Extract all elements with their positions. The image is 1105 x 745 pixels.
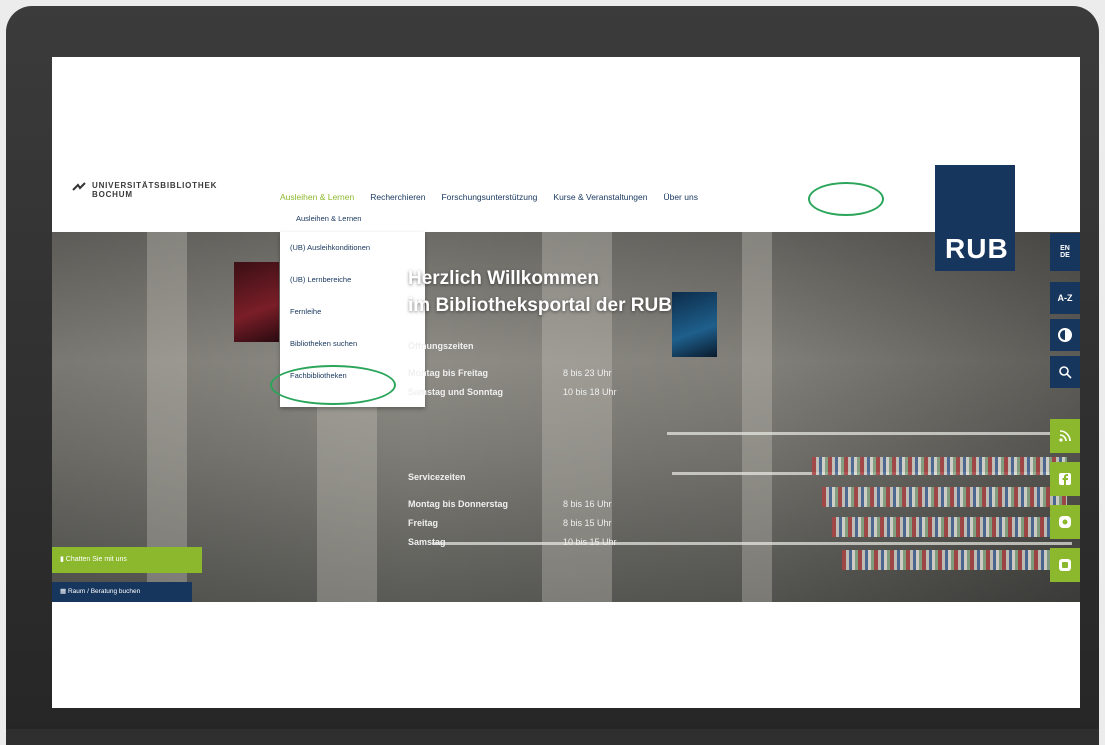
logo-text: UNIVERSITÄTSBIBLIOTHEK BOCHUM — [92, 181, 252, 199]
instagram-icon[interactable] — [1050, 505, 1080, 539]
service-heading-text: Servicezeiten — [408, 472, 466, 482]
dropdown-item-ausleihkonditionen[interactable]: (UB) Ausleihkonditionen — [280, 232, 425, 264]
nav-ueber-uns[interactable]: Über uns — [663, 192, 698, 202]
nav-forschungsunterstuetzung[interactable]: Forschungsunterstützung — [441, 192, 537, 202]
opening-row: Samstag und Sonntag 10 bis 18 Uhr — [408, 383, 617, 402]
calendar-icon: ▦ — [60, 588, 68, 595]
nav-ausleihen-lernen[interactable]: Ausleihen & Lernen — [280, 192, 354, 202]
laptop-chin — [6, 729, 1099, 745]
dropdown-item-bibliotheken-suchen[interactable]: Bibliotheken suchen — [280, 328, 425, 360]
welcome-line-1: Herzlich Willkommen — [408, 268, 599, 289]
service-day: Freitag — [408, 518, 439, 528]
hero-bookshelf — [812, 457, 1067, 475]
rub-logo: RUB — [945, 233, 1009, 264]
rss-icon[interactable] — [1050, 419, 1080, 453]
language-switcher[interactable]: EN DE — [1050, 233, 1080, 271]
dropdown-item-lernbereiche[interactable]: (UB) Lernbereiche — [280, 264, 425, 296]
service-time: 8 bis 16 Uhr — [563, 499, 612, 509]
service-time: 10 bis 15 Uhr — [563, 537, 617, 547]
opening-time: 8 bis 23 Uhr — [563, 368, 612, 378]
hero-poster — [672, 292, 717, 357]
service-row: Montag bis Donnerstag 8 bis 16 Uhr — [408, 495, 617, 514]
hero-bookshelf — [822, 487, 1067, 507]
dropdown-item-fernleihe[interactable]: Fernleihe — [280, 296, 425, 328]
dropdown-header[interactable]: Ausleihen & Lernen — [290, 212, 368, 225]
service-hours: Servicezeiten Montag bis Donnerstag 8 bi… — [408, 468, 617, 552]
hero-pillar — [742, 232, 772, 602]
opening-time: 10 bis 18 Uhr — [563, 387, 617, 397]
service-day: Samstag — [408, 537, 446, 547]
main-menu: Ausleihen & Lernen Recherchieren Forschu… — [280, 192, 698, 202]
logo-arrow-icon — [72, 181, 86, 195]
az-index-button[interactable]: A-Z — [1050, 282, 1080, 314]
chat-button[interactable]: ▮ Chatten Sie mit uns — [52, 547, 202, 573]
opening-heading-text: Öffnungszeiten — [408, 341, 474, 351]
opening-day: Montag bis Freitag — [408, 368, 489, 378]
rub-brand-box[interactable]: RUB — [935, 165, 1015, 271]
service-time: 8 bis 15 Uhr — [563, 518, 612, 528]
service-day: Montag bis Donnerstag — [408, 499, 509, 509]
browser-screen: UNIVERSITÄTSBIBLIOTHEK BOCHUM Ausleihen … — [52, 57, 1080, 708]
opening-heading: Öffnungszeiten — [408, 337, 617, 356]
hero-poster — [234, 262, 279, 342]
nav-recherchieren[interactable]: Recherchieren — [370, 192, 425, 202]
lang-de[interactable]: DE — [1060, 252, 1070, 259]
facebook-icon[interactable] — [1050, 462, 1080, 496]
service-row: Freitag 8 bis 15 Uhr — [408, 514, 617, 533]
hero-bookshelf — [832, 517, 1067, 537]
highlight-circle-ueber-uns — [808, 182, 884, 216]
search-icon[interactable] — [1050, 356, 1080, 388]
social-other-icon[interactable] — [1050, 548, 1080, 582]
site-logo[interactable]: UNIVERSITÄTSBIBLIOTHEK BOCHUM — [72, 181, 252, 199]
opening-hours: Öffnungszeiten Montag bis Freitag 8 bis … — [408, 337, 617, 402]
lang-en[interactable]: EN — [1060, 245, 1070, 252]
nav-kurse-veranstaltungen[interactable]: Kurse & Veranstaltungen — [553, 192, 647, 202]
az-label: A-Z — [1057, 293, 1073, 303]
welcome-heading: Herzlich Willkommen im Bibliotheksportal… — [408, 265, 672, 319]
opening-row: Montag bis Freitag 8 bis 23 Uhr — [408, 364, 617, 383]
service-heading: Servicezeiten — [408, 468, 617, 487]
welcome-line-2: im Bibliotheksportal der RUB — [408, 295, 672, 316]
booking-button[interactable]: ▦ Raum / Beratung buchen — [52, 582, 192, 602]
logo-line-1: UNIVERSITÄTSBIBLIOTHEK — [92, 181, 218, 190]
chat-button-label: Chatten Sie mit uns — [65, 556, 127, 563]
highlight-circle-fachbibliotheken — [270, 365, 396, 405]
contrast-icon[interactable] — [1050, 319, 1080, 351]
hero-railing — [667, 432, 1067, 435]
opening-day: Samstag und Sonntag — [408, 387, 504, 397]
logo-line-2: BOCHUM — [92, 190, 133, 199]
service-row: Samstag 10 bis 15 Uhr — [408, 533, 617, 552]
hero-bookshelf — [842, 550, 1067, 570]
booking-button-label: Raum / Beratung buchen — [67, 588, 141, 595]
top-navigation: UNIVERSITÄTSBIBLIOTHEK BOCHUM Ausleihen … — [52, 167, 1080, 232]
